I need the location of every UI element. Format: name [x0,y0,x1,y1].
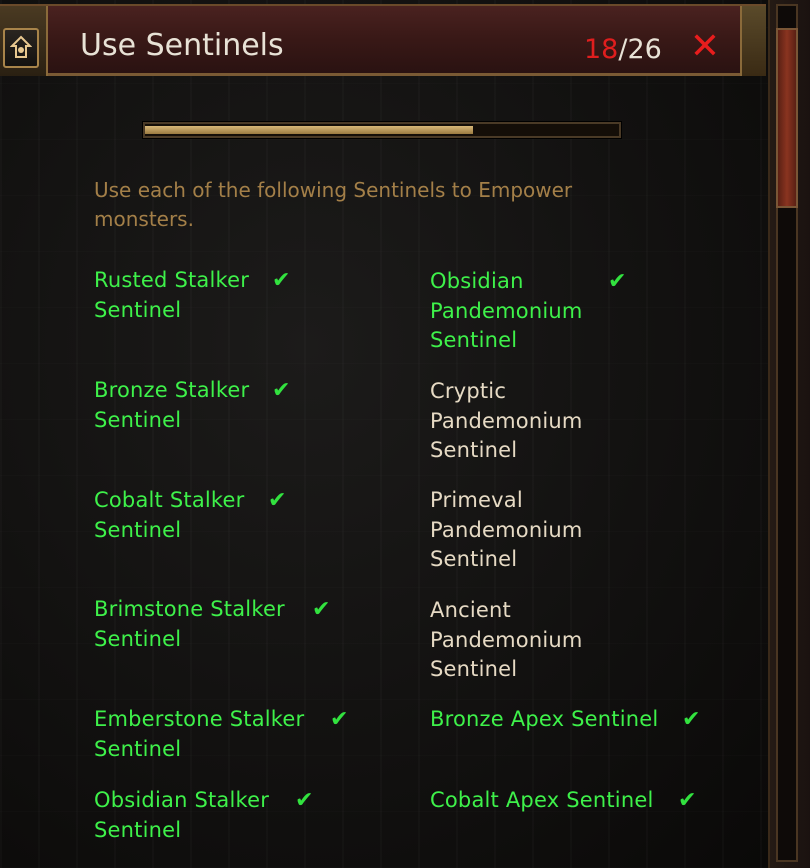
sentinel-name-line: Sentinel [94,517,182,542]
sentinel-name-line: Sentinel [94,817,182,842]
sentinel-name-line: Sentinel [94,407,182,432]
sentinel-name-line: Pandemonium [430,408,583,433]
checkmark-icon: ✔ [682,707,701,732]
sentinel-name-line: Bronze Stalker [94,378,250,402]
checkmark-icon: ✔ [295,788,314,813]
challenge-description: Use each of the following Sentinels to E… [94,178,573,231]
sentinel-name-line: Sentinel [430,438,518,462]
sentinel-name-line: Sentinel [94,736,182,761]
sentinel-name-line: Ancient [430,598,511,622]
checkmark-icon: ✔ [272,268,291,293]
sentinel-item: Obsidian Stalker Sentinel [94,786,394,845]
sentinel-name-line: Pandemonium [430,298,583,323]
home-button[interactable] [3,28,39,68]
title-bar: Use Sentinels 18/26 ✕ [0,4,766,76]
sentinel-item: Rusted Stalker Sentinel [94,266,394,325]
sentinel-name-line: Sentinel [94,297,182,322]
checkmark-icon: ✔ [312,597,331,622]
sentinel-name-line: Pandemonium [430,627,583,652]
progress-bar-fill [145,126,473,134]
sentinel-name-line: Rusted Stalker [94,268,250,292]
sentinel-name-line: Brimstone Stalker [94,597,285,621]
sentinel-name-line: Sentinel [430,547,518,571]
sentinel-name-line: Cobalt Stalker [94,488,245,512]
sentinel-name-line: Sentinel [94,626,182,651]
checkmark-icon: ✔ [678,788,697,813]
close-button[interactable]: ✕ [686,28,724,66]
total-count: 26 [627,34,662,65]
sentinel-item: Cryptic Pandemonium Sentinel [430,377,730,466]
sentinel-item: Ancient Pandemonium Sentinel [430,596,730,685]
checkmark-icon: ✔ [268,488,287,513]
sentinel-name-line: Sentinel [430,657,518,681]
checkmark-icon: ✔ [330,707,349,732]
sentinel-name-line: Cryptic [430,379,507,403]
window-title: Use Sentinels [80,28,284,63]
header-left-ornament [0,6,48,76]
sentinel-name-line: Obsidian Stalker [94,788,270,812]
scrollbar-thumb[interactable] [776,28,798,208]
sentinel-item: Emberstone Stalker Sentinel [94,705,394,764]
progress-counter: 18/26 [584,34,662,65]
completed-count: 18 [584,34,619,65]
checkmark-icon: ✔ [272,378,291,403]
sentinel-item: Brimstone Stalker Sentinel [94,595,394,654]
sentinel-name-line: Obsidian [430,269,524,293]
sentinel-item: Primeval Pandemonium Sentinel [430,486,730,575]
checkmark-icon: ✔ [608,269,627,294]
sentinel-name-line: Emberstone Stalker [94,707,305,731]
sentinel-name-line: Sentinel [430,328,518,352]
sentinel-item: Cobalt Stalker Sentinel [94,486,394,545]
close-icon: ✕ [689,26,721,67]
sentinel-name-line: Primeval [430,488,523,512]
header-right-ornament [740,6,766,76]
progress-bar [143,122,621,138]
sentinel-item: Bronze Stalker Sentinel [94,376,394,435]
sentinel-item: Obsidian Pandemonium Sentinel [430,267,730,356]
home-icon [10,35,32,58]
sentinel-name-line: Pandemonium [430,517,583,542]
